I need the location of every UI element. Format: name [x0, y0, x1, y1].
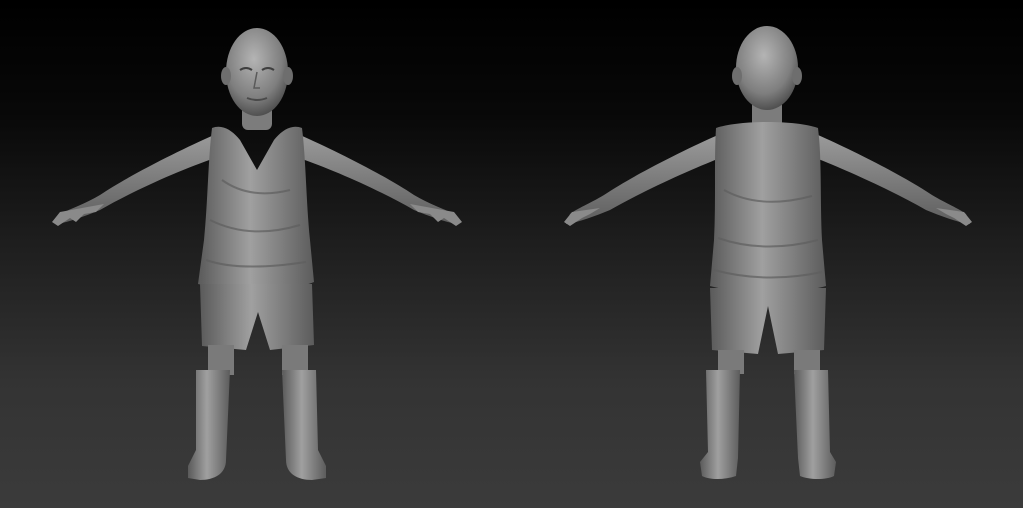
back-left-arm	[564, 135, 720, 226]
back-shorts	[710, 288, 826, 354]
back-left-boot	[700, 370, 740, 479]
back-head	[736, 26, 798, 110]
sculpt-viewport	[0, 0, 1023, 508]
back-right-arm	[816, 135, 972, 226]
back-left-ear	[732, 67, 742, 85]
character-back-view	[564, 26, 972, 479]
back-right-ear	[792, 67, 802, 85]
back-right-boot	[794, 370, 836, 479]
back-tank-top	[710, 122, 826, 292]
